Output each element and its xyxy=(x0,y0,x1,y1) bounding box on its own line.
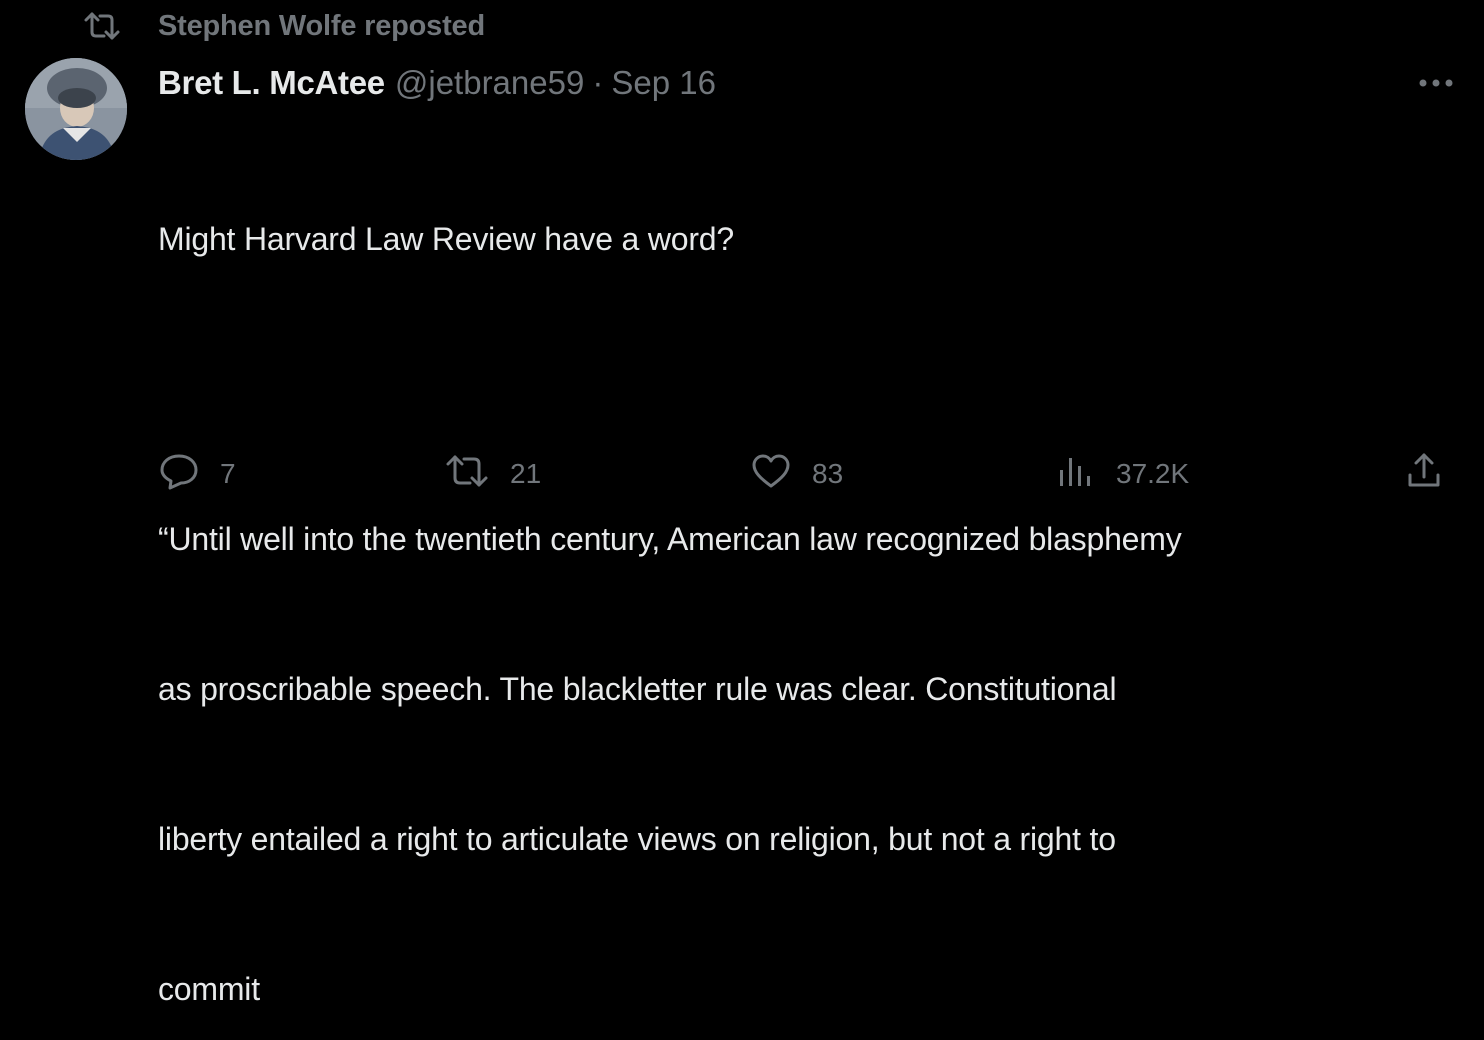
share-icon xyxy=(1404,451,1444,498)
avatar[interactable] xyxy=(25,58,127,160)
views-button[interactable]: 37.2K xyxy=(1056,446,1189,502)
more-icon xyxy=(1418,75,1454,93)
tweet-action-bar: 7 21 83 37.2K xyxy=(0,446,1484,502)
views-count: 37.2K xyxy=(1116,458,1190,489)
repost-count: 21 xyxy=(510,458,542,489)
repost-action-icon xyxy=(444,452,490,497)
more-options-button[interactable] xyxy=(1412,64,1460,104)
heart-icon xyxy=(750,452,792,497)
reply-icon xyxy=(158,451,200,498)
repost-icon xyxy=(82,9,126,43)
like-count: 83 xyxy=(812,458,844,489)
header-separator: · xyxy=(592,64,604,101)
tweet-quote-line: “Until well into the twentieth century, … xyxy=(158,521,1182,557)
tweet-quote-line: commit xyxy=(158,971,260,1007)
tweet-quote-line: as proscribable speech. The blackletter … xyxy=(158,671,1117,707)
like-button[interactable]: 83 xyxy=(750,446,843,502)
repost-button[interactable]: 21 xyxy=(444,446,541,502)
repost-banner[interactable]: Stephen Wolfe reposted xyxy=(82,6,485,46)
tweet-text-line: Might Harvard Law Review have a word? xyxy=(158,221,734,257)
tweet-text: Might Harvard Law Review have a word? “U… xyxy=(158,114,1468,1040)
author-display-name[interactable]: Bret L. McAtee xyxy=(158,64,385,102)
reply-count: 7 xyxy=(220,458,236,489)
tweet-date[interactable]: Sep 16 xyxy=(611,64,716,102)
repost-text: Stephen Wolfe reposted xyxy=(158,9,485,42)
tweet-quote-line: liberty entailed a right to articulate v… xyxy=(158,821,1116,857)
author-handle[interactable]: @jetbrane59 xyxy=(395,64,584,102)
tweet-header: Bret L. McAtee @jetbrane59 · Sep 16 xyxy=(158,60,716,106)
reply-button[interactable]: 7 xyxy=(158,446,236,502)
share-button[interactable] xyxy=(1404,446,1444,502)
analytics-icon xyxy=(1056,452,1096,497)
